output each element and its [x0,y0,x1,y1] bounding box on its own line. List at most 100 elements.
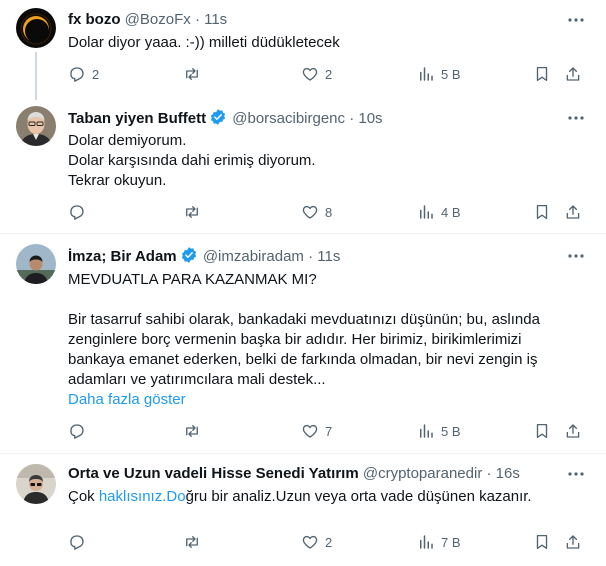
like-button[interactable]: 2 [301,64,332,84]
like-count: 2 [325,534,333,550]
author-handle[interactable]: @BozoFx [125,11,191,28]
views-button[interactable]: 5 B [417,421,461,441]
avatar-image-eclipse [16,8,56,48]
tweet-4[interactable]: Orta ve Uzun vadeli Hisse Senedi Yatırım… [0,454,606,566]
share-button[interactable] [564,532,582,552]
tweet-time[interactable]: 11s [317,248,340,265]
reply-icon [70,424,84,439]
separator-dot: · [486,465,492,482]
like-count: 8 [325,204,333,220]
heart-icon [302,424,318,438]
views-button[interactable]: 5 B [417,64,461,84]
views-button[interactable]: 7 B [417,532,461,552]
separator-dot: · [349,110,355,127]
share-button[interactable] [564,421,582,441]
reply-button[interactable]: 2 [68,64,99,84]
tweet-actions: 2 2 5 B [68,64,588,84]
tweet-text-link[interactable]: haklısınız.Do [99,488,186,505]
tweet-line: Dolar demiyorum. [68,132,187,149]
retweet-icon [186,536,198,548]
bookmark-button[interactable] [533,532,551,552]
tweet-text: Dolar diyor yaaa. :-)) milleti düdüklete… [68,33,573,53]
separator-dot: · [308,248,314,265]
tweet-header: İmza; Bir Adam @imzabiradam · 11s [68,246,340,266]
heart-icon [302,67,318,81]
author-name[interactable]: Taban yiyen Buffett [68,110,206,127]
like-button[interactable]: 8 [301,202,332,222]
tweet-actions: 2 7 B [68,532,588,552]
retweet-button[interactable] [183,532,207,552]
more-dots-icon[interactable] [566,464,586,484]
author-name[interactable]: Orta ve Uzun vadeli Hisse Senedi Yatırım [68,465,359,482]
author-name[interactable]: fx bozo [68,11,121,28]
more-dots-icon[interactable] [566,246,586,266]
verified-badge-icon[interactable] [180,246,198,264]
like-button[interactable]: 2 [301,532,332,552]
author-handle[interactable]: @imzabiradam [203,248,304,265]
verified-badge-icon[interactable] [209,108,227,126]
like-count: 2 [325,66,333,82]
reply-icon [70,535,84,550]
reply-icon [70,205,84,220]
views-chart-icon [420,205,433,219]
tweet-header: fx bozo @BozoFx · 11s [68,10,227,30]
tweet-2[interactable]: Taban yiyen Buffett @borsacibirgenc · 10… [0,100,606,234]
share-button[interactable] [564,64,582,84]
reply-button[interactable] [68,532,92,552]
author-handle[interactable]: @borsacibirgenc [232,110,345,127]
tweet-header: Taban yiyen Buffett @borsacibirgenc · 10… [68,108,383,128]
avatar[interactable] [16,8,56,48]
views-count: 5 B [441,423,461,439]
tweet-text: Dolar demiyorum. Dolar karşısında dahi e… [68,131,573,191]
retweet-button[interactable] [183,64,207,84]
bookmark-icon [536,204,548,220]
like-button[interactable]: 7 [301,421,332,441]
views-button[interactable]: 4 B [417,202,461,222]
tweet-1[interactable]: fx bozo @BozoFx · 11s Dolar diyor yaaa. … [0,0,606,100]
author-name[interactable]: İmza; Bir Adam [68,248,177,265]
bookmark-button[interactable] [533,202,551,222]
retweet-icon [186,68,198,80]
views-count: 5 B [441,66,461,82]
tweet-line: Dolar diyor yaaa. :-)) milleti düdüklete… [68,34,340,51]
avatar[interactable] [16,244,56,284]
tweet-line: Bir tasarruf sahibi olarak, bankadaki me… [68,311,540,328]
tweet-time[interactable]: 11s [204,11,227,28]
tweet-text: MEVDUATLA PARA KAZANMAK MI? Bir tasarruf… [68,270,573,410]
tweet-actions: 8 4 B [68,202,588,222]
share-icon [566,67,580,81]
avatar[interactable] [16,106,56,146]
tweet-line-spacer [68,290,573,310]
reply-count: 2 [92,66,100,82]
thread-line [35,52,37,100]
bookmark-icon [536,423,548,439]
author-handle[interactable]: @cryptoparanedir [363,465,482,482]
bookmark-button[interactable] [533,64,551,84]
heart-icon [302,535,318,549]
tweet-time[interactable]: 16s [496,465,520,482]
tweet-line: MEVDUATLA PARA KAZANMAK MI? [68,271,317,288]
views-count: 7 B [441,534,461,550]
reply-button[interactable] [68,202,92,222]
share-button[interactable] [564,202,582,222]
retweet-button[interactable] [183,202,207,222]
like-count: 7 [325,423,333,439]
tweet-time[interactable]: 10s [358,110,382,127]
separator-dot: · [194,11,200,28]
tweet-header: Orta ve Uzun vadeli Hisse Senedi Yatırım… [68,464,520,484]
more-dots-icon[interactable] [566,10,586,30]
reply-button[interactable] [68,421,92,441]
retweet-icon [186,206,198,218]
tweet-text-start: Çok [68,488,99,505]
retweet-button[interactable] [183,421,207,441]
retweet-icon [186,425,198,437]
tweet-text-end: ğru bir analiz.Uzun veya orta vade düşün… [185,488,532,505]
avatar[interactable] [16,464,56,504]
show-more-link[interactable]: Daha fazla göster [68,390,573,410]
share-icon [566,424,580,438]
avatar-image-person [16,464,56,504]
heart-icon [302,205,318,219]
bookmark-button[interactable] [533,421,551,441]
more-dots-icon[interactable] [566,108,586,128]
tweet-3[interactable]: İmza; Bir Adam @imzabiradam · 11s MEVDUA… [0,234,606,454]
